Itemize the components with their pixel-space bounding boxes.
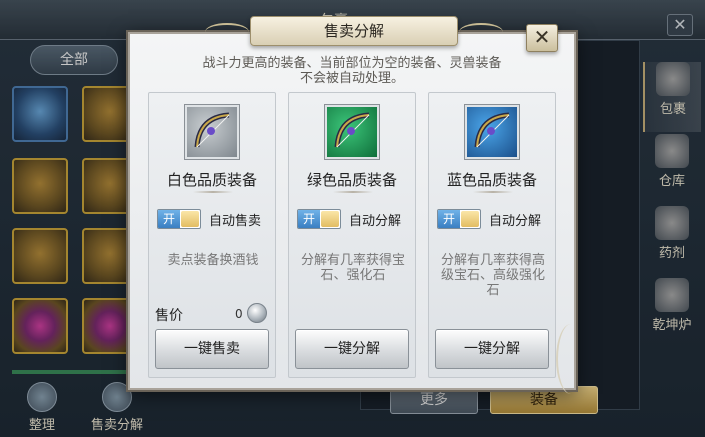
divider [473,191,513,193]
card-info: 分解有几率获得宝石、强化石 [300,253,405,283]
blue-quality-card: 蓝色品质装备 开 自动分解 分解有几率获得高级宝石、高级强化石 一键分解 [428,92,556,378]
toggle-knob [321,211,339,227]
bow-icon [465,105,519,159]
toggle-on-text: 开 [158,210,180,228]
one-click-sell-button[interactable]: 一键售卖 [155,329,269,369]
toggle-label: 自动分解 [349,214,402,229]
toggle-label: 自动售卖 [209,214,262,229]
white-quality-card: 白色品质装备 开 自动售卖 卖点装备换酒钱 售价 0 一键售卖 [148,92,276,378]
divider [193,191,233,193]
card-info: 分解有几率获得高级宝石、高级强化石 [440,253,545,298]
dialog-description-line1: 战斗力更高的装备、当前部位为空的装备、灵兽装备 [202,56,502,71]
one-click-decompose-button[interactable]: 一键分解 [295,329,409,369]
auto-sell-toggle[interactable]: 开 [157,209,201,229]
bow-icon [325,105,379,159]
silver-coin-icon [247,303,267,323]
toggle-on-text: 开 [298,210,320,228]
card-title: 绿色品质装备 [306,171,397,189]
green-quality-card: 绿色品质装备 开 自动分解 分解有几率获得宝石、强化石 一键分解 [288,92,416,378]
sell-decompose-dialog: 售卖分解 ✕ 战斗力更高的装备、当前部位为空的装备、灵兽装备 不会被自动处理。 … [128,16,576,394]
divider [333,191,373,193]
decorative-vine [556,324,586,394]
card-info: 卖点装备换酒钱 [167,253,259,268]
toggle-knob [181,211,199,227]
card-title: 白色品质装备 [166,171,257,189]
toggle-knob [461,211,479,227]
auto-decompose-toggle[interactable]: 开 [297,209,341,229]
dialog-title: 售卖分解 [205,16,503,46]
dialog-close-button[interactable]: ✕ [526,24,558,52]
toggle-on-text: 开 [438,210,460,228]
toggle-label: 自动分解 [489,214,542,229]
price-value: 0 [235,307,243,321]
dialog-description-line2: 不会被自动处理。 [299,71,404,86]
auto-decompose-toggle[interactable]: 开 [437,209,481,229]
bow-icon [185,105,239,159]
one-click-decompose-button[interactable]: 一键分解 [435,329,549,369]
dialog-description: 战斗力更高的装备、当前部位为空的装备、灵兽装备 不会被自动处理。 [130,56,574,86]
card-title: 蓝色品质装备 [446,171,537,189]
price-label: 售价 [155,308,183,324]
